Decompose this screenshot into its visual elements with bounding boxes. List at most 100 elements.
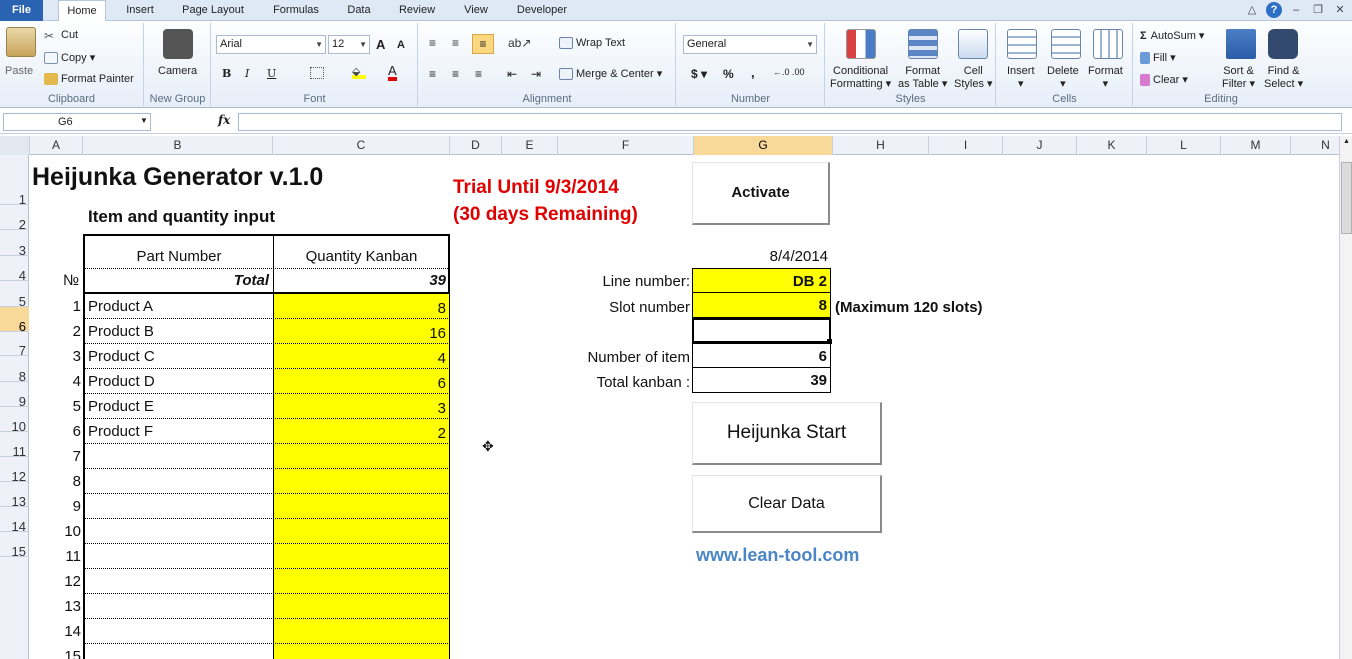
paste-button[interactable]: Paste: [5, 65, 33, 77]
bold-button[interactable]: B: [222, 67, 231, 80]
column-header-c[interactable]: C: [273, 136, 450, 155]
shrink-font-button[interactable]: A: [397, 39, 405, 51]
row-header-10[interactable]: 10: [0, 407, 29, 434]
item-part-name[interactable]: Product E: [88, 398, 154, 415]
cell-styles-icon[interactable]: [958, 29, 988, 59]
column-header-d[interactable]: D: [450, 136, 502, 155]
row-header-11[interactable]: 11: [0, 432, 29, 459]
restore-icon[interactable]: ❐: [1310, 2, 1326, 18]
total-kanban-value[interactable]: 39: [692, 368, 831, 393]
item-quantity[interactable]: [274, 644, 449, 659]
item-part-name[interactable]: Product A: [88, 298, 153, 315]
column-header-f[interactable]: F: [558, 136, 694, 155]
format-cells-button[interactable]: Format ▾: [1088, 65, 1123, 90]
row-header-6[interactable]: 6: [0, 307, 29, 334]
orientation-icon[interactable]: ab↗: [508, 36, 531, 50]
copy-button[interactable]: Copy ▾: [44, 51, 95, 65]
increase-indent-icon[interactable]: ⇥: [531, 67, 541, 81]
format-as-table-button[interactable]: Format as Table ▾: [898, 65, 947, 91]
tab-data[interactable]: Data: [340, 0, 378, 21]
column-header-j[interactable]: J: [1003, 136, 1077, 155]
item-quantity[interactable]: [274, 544, 449, 569]
column-header-b[interactable]: B: [83, 136, 273, 155]
row-header-8[interactable]: 8: [0, 356, 29, 384]
item-part-name[interactable]: Product C: [88, 348, 155, 365]
column-header-a[interactable]: A: [30, 136, 83, 155]
item-quantity[interactable]: [274, 494, 449, 519]
font-color-icon[interactable]: A: [388, 64, 397, 81]
grow-font-button[interactable]: A: [376, 37, 385, 52]
row-header-2[interactable]: 2: [0, 205, 29, 232]
camera-icon[interactable]: [163, 29, 193, 59]
item-quantity[interactable]: [274, 519, 449, 544]
item-quantity[interactable]: 2: [274, 419, 449, 444]
column-header-g[interactable]: G: [694, 136, 833, 155]
column-header-k[interactable]: K: [1077, 136, 1147, 155]
row-header-5[interactable]: 5: [0, 281, 29, 309]
align-left-icon[interactable]: ≡: [429, 67, 436, 81]
increase-decimal-button[interactable]: ←.0 .00: [773, 67, 805, 77]
format-painter-button[interactable]: Format Painter: [44, 73, 134, 86]
close-icon[interactable]: ✕: [1332, 2, 1348, 18]
cell-styles-button[interactable]: Cell Styles ▾: [954, 65, 993, 91]
item-quantity[interactable]: [274, 594, 449, 619]
row-header-12[interactable]: 12: [0, 457, 29, 484]
help-icon[interactable]: ?: [1266, 2, 1282, 18]
column-header-i[interactable]: I: [929, 136, 1003, 155]
item-quantity[interactable]: [274, 619, 449, 644]
row-header-14[interactable]: 14: [0, 507, 29, 534]
column-header-e[interactable]: E: [502, 136, 558, 155]
borders-icon[interactable]: [310, 67, 324, 79]
align-bottom-icon[interactable]: ≡: [472, 34, 494, 54]
tab-formulas[interactable]: Formulas: [264, 0, 328, 21]
format-cells-icon[interactable]: [1093, 29, 1123, 59]
number-format-select[interactable]: General ▼: [683, 35, 817, 54]
align-top-icon[interactable]: ≡: [429, 36, 436, 50]
item-part-name[interactable]: Product B: [88, 323, 154, 340]
tab-view[interactable]: View: [456, 0, 496, 21]
row-header-13[interactable]: 13: [0, 482, 29, 509]
clear-data-button[interactable]: Clear Data: [692, 475, 882, 533]
fill-color-icon[interactable]: ⬙: [352, 65, 366, 79]
row-header-15[interactable]: 15: [0, 532, 29, 559]
delete-cells-icon[interactable]: [1051, 29, 1081, 59]
tab-home[interactable]: Home: [58, 0, 106, 22]
minimize-icon[interactable]: –: [1288, 2, 1304, 18]
tab-review[interactable]: Review: [392, 0, 442, 21]
binoculars-icon[interactable]: [1268, 29, 1298, 59]
item-quantity[interactable]: [274, 444, 449, 469]
paste-icon[interactable]: [6, 27, 36, 57]
scroll-up-icon[interactable]: ▲: [1341, 138, 1352, 148]
website-link[interactable]: www.lean-tool.com: [696, 545, 859, 566]
item-quantity[interactable]: 8: [274, 294, 449, 319]
row-header-7[interactable]: 7: [0, 332, 29, 358]
comma-button[interactable]: ,: [751, 65, 755, 80]
item-quantity[interactable]: 4: [274, 344, 449, 369]
tab-file[interactable]: File: [0, 0, 43, 21]
underline-button[interactable]: U: [267, 67, 276, 80]
format-as-table-icon[interactable]: [908, 29, 938, 59]
item-quantity[interactable]: [274, 569, 449, 594]
insert-cells-button[interactable]: Insert ▾: [1007, 65, 1035, 90]
camera-button[interactable]: Camera: [158, 65, 197, 77]
fill-button[interactable]: Fill ▾: [1140, 51, 1176, 65]
insert-function-icon[interactable]: fx: [218, 113, 230, 127]
align-middle-icon[interactable]: ≡: [452, 36, 459, 50]
name-box[interactable]: G6: [3, 113, 151, 131]
item-quantity[interactable]: 16: [274, 319, 449, 344]
percent-button[interactable]: %: [723, 67, 734, 81]
ribbon-collapse-icon[interactable]: △: [1244, 2, 1260, 18]
scrollbar-thumb[interactable]: [1341, 162, 1352, 234]
align-center-icon[interactable]: ≡: [452, 67, 459, 81]
wrap-text-button[interactable]: Wrap Text: [559, 37, 625, 50]
align-right-icon[interactable]: ≡: [475, 67, 482, 81]
vertical-scrollbar[interactable]: ▲: [1339, 136, 1352, 659]
delete-cells-button[interactable]: Delete ▾: [1047, 65, 1079, 90]
cut-button[interactable]: ✂ Cut: [44, 29, 78, 43]
font-name-select[interactable]: Arial ▼: [216, 35, 326, 54]
font-size-select[interactable]: 12 ▼: [328, 35, 370, 54]
tab-page-layout[interactable]: Page Layout: [175, 0, 251, 21]
row-header-4[interactable]: 4: [0, 256, 29, 283]
formula-input[interactable]: [238, 113, 1342, 131]
number-of-item-value[interactable]: 6: [692, 343, 831, 368]
